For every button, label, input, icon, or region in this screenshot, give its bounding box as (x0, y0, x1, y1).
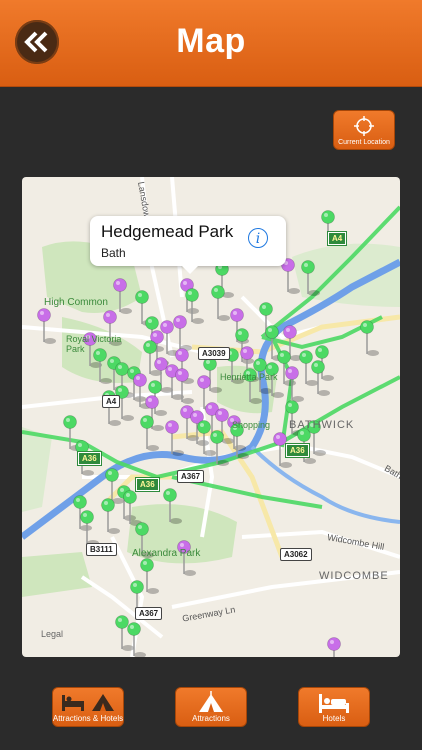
hotels-label: Hotels (322, 714, 346, 723)
info-icon[interactable]: i (248, 228, 268, 248)
map-pin[interactable] (140, 415, 160, 452)
tent-icon (199, 691, 223, 712)
label-widcombe: WIDCOMBE (319, 570, 389, 582)
map-view[interactable]: High Common Royal Victoria Park Henriett… (22, 177, 400, 657)
attractions-label: Attractions (192, 714, 230, 723)
page-title: Map (176, 22, 246, 60)
attractions-button[interactable]: Attractions (175, 687, 247, 727)
label-high-common: High Common (44, 297, 108, 308)
legal-link[interactable]: Legal (41, 629, 63, 639)
label-shopping: Shopping (232, 420, 271, 430)
map-pin[interactable] (327, 637, 347, 658)
shield-a4-small: A4 (102, 395, 121, 408)
shield-a367-a: A367 (177, 470, 205, 483)
callout-subtitle: Bath (101, 246, 126, 260)
shield-a36-mid: A36 (135, 477, 160, 492)
map-callout[interactable]: Hedgemead Park Bath i (90, 216, 286, 274)
current-location-label: Current Location (338, 139, 390, 146)
shield-a3039: A3039 (198, 347, 230, 360)
label-bathwick: BATHWICK (289, 419, 355, 431)
label-royal-victoria-park: Royal Victoria Park (66, 334, 122, 354)
map-pin[interactable] (185, 288, 205, 325)
map-pin[interactable] (211, 285, 231, 322)
current-location-button[interactable]: Current Location (333, 110, 395, 150)
label-henrietta-park: Henrietta Park (220, 372, 278, 382)
shield-a4: A4 (326, 231, 348, 246)
bed-tent-icon (62, 694, 114, 711)
label-alexandra-park: Alexandra Park (132, 548, 201, 559)
callout-title: Hedgemead Park (101, 222, 234, 241)
hotels-button[interactable]: Hotels (298, 687, 370, 727)
attractions-hotels-button[interactable]: Attractions & Hotels (52, 687, 124, 727)
shield-a367-b: A367 (135, 607, 163, 620)
crosshair-icon (354, 116, 374, 136)
attractions-hotels-label: Attractions & Hotels (52, 714, 124, 723)
header-bar: Map (0, 0, 422, 86)
map-pin[interactable] (37, 308, 57, 345)
shield-b3111: B3111 (86, 543, 117, 556)
shield-a36-right: A36 (285, 443, 310, 458)
bed-icon (319, 694, 349, 713)
shield-a3062: A3062 (280, 548, 312, 561)
shield-a36-left: A36 (77, 451, 102, 466)
map-pin[interactable] (360, 320, 380, 357)
